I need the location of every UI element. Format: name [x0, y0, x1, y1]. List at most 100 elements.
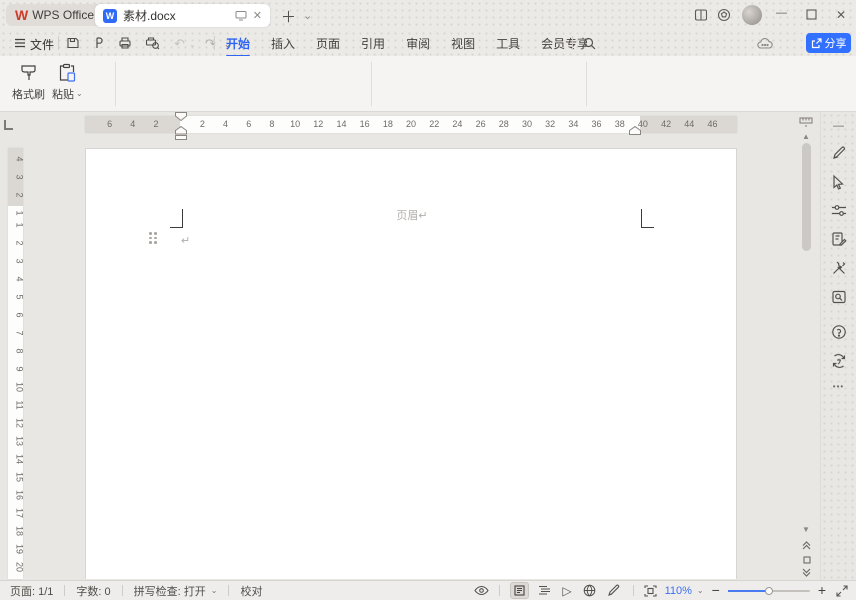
cloud-sync-icon[interactable] — [757, 37, 773, 50]
print-icon[interactable] — [118, 36, 132, 50]
zoom-chevron-icon[interactable]: ⌄ — [697, 587, 704, 595]
edit-pen-icon[interactable] — [831, 145, 847, 161]
divider — [115, 62, 116, 106]
next-page-icon[interactable] — [802, 568, 811, 577]
page-indicator[interactable]: 页面: 1/1 — [10, 583, 53, 599]
right-sidebar: — ••• — [820, 112, 856, 580]
word-count[interactable]: 字数: 0 — [76, 583, 110, 599]
title-bar: W WPS Office W 素材.docx ✕ ＋ ⌄ — ✕ — [0, 0, 856, 30]
toolbox-icon[interactable] — [831, 260, 847, 276]
left-crop-mark — [170, 209, 183, 227]
divider — [371, 62, 372, 106]
hanging-indent-marker[interactable] — [175, 126, 187, 140]
menu-tab-strip: 开始 插入 页面 引用 审阅 视图 工具 会员专享 — [224, 30, 591, 56]
share-button[interactable]: 分享 — [806, 33, 851, 53]
wps-logo-icon: W — [15, 7, 26, 23]
previous-page-icon[interactable] — [802, 541, 811, 550]
divider — [122, 585, 123, 596]
maximize-button[interactable] — [806, 9, 817, 20]
close-tab-icon[interactable]: ✕ — [253, 9, 262, 22]
tab-view[interactable]: 视图 — [449, 31, 477, 56]
paper-edit-icon[interactable] — [831, 231, 847, 247]
close-window-button[interactable]: ✕ — [836, 8, 846, 22]
vertical-ruler[interactable]: 4321 1234567891011121314151617181920 — [8, 148, 23, 579]
web-view-icon[interactable] — [583, 584, 596, 597]
divider — [499, 585, 500, 596]
resource-search-icon[interactable] — [831, 289, 847, 305]
divider — [633, 585, 634, 596]
format-painter-button[interactable]: 格式刷 — [12, 62, 45, 102]
scroll-down-icon[interactable]: ▼ — [800, 525, 812, 534]
page-view-icon[interactable] — [510, 582, 529, 599]
paste-button[interactable]: 粘贴⌄ — [52, 62, 83, 102]
tab-stop-selector-icon[interactable] — [4, 120, 13, 130]
zoom-in-button[interactable]: + — [818, 586, 826, 594]
zoom-slider[interactable] — [728, 590, 810, 592]
minimize-button[interactable]: — — [776, 7, 787, 19]
app-home-button[interactable]: W WPS Office — [6, 4, 106, 26]
tab-home[interactable]: 开始 — [224, 31, 252, 56]
save-icon[interactable] — [66, 36, 80, 50]
outline-view-icon[interactable] — [538, 585, 551, 596]
spellcheck-status[interactable]: 拼写检查: 打开 — [134, 583, 206, 599]
tab-insert[interactable]: 插入 — [269, 31, 297, 56]
left-crop-mark — [170, 227, 183, 228]
ruler-toggle-icon[interactable] — [799, 116, 813, 128]
tab-reference[interactable]: 引用 — [359, 31, 387, 56]
first-line-indent-marker[interactable] — [175, 112, 187, 121]
paragraph-drag-handle[interactable] — [149, 232, 157, 244]
help-icon[interactable] — [831, 324, 847, 340]
undo-icon[interactable]: ↶ — [174, 36, 185, 52]
app-name: WPS Office — [32, 8, 94, 22]
tab-review[interactable]: 审阅 — [404, 31, 432, 56]
select-browse-object-icon[interactable] — [803, 556, 811, 564]
sidebar-collapse-icon[interactable]: — — [833, 120, 844, 132]
adjust-sliders-icon[interactable] — [831, 203, 847, 218]
file-menu[interactable]: 文件 — [30, 36, 54, 53]
hamburger-icon[interactable] — [14, 38, 26, 48]
translate-icon[interactable] — [831, 353, 847, 369]
menu-bar: 文件 ↶ ⌄ ↷ ⌄ 开始 插入 页面 引用 审阅 视图 工具 会员专享 — [0, 30, 856, 56]
undo-chevron-icon[interactable]: ⌄ — [189, 41, 196, 49]
divider — [214, 36, 215, 50]
scroll-up-icon[interactable]: ▲ — [800, 132, 812, 141]
pilcrow-mark: ↵ — [418, 210, 427, 222]
spellcheck-chevron-icon[interactable]: ⌄ — [211, 587, 218, 595]
paste-chevron-icon[interactable]: ⌄ — [76, 90, 83, 98]
zoom-level[interactable]: 110% — [665, 585, 692, 597]
document-tab-title: 素材.docx — [123, 7, 229, 24]
document-tab[interactable]: W 素材.docx ✕ — [95, 4, 270, 27]
vruler-numbers: 1234567891011121314151617181920 — [8, 216, 23, 576]
search-icon[interactable] — [583, 37, 596, 50]
divider — [586, 62, 587, 106]
zoom-out-button[interactable]: − — [712, 586, 720, 594]
export-pdf-icon[interactable] — [92, 36, 106, 50]
tab-page[interactable]: 页面 — [314, 31, 342, 56]
theme-skin-icon[interactable] — [717, 8, 731, 22]
pilcrow-mark: ↵ — [181, 234, 190, 247]
divider — [572, 36, 573, 50]
divider — [58, 36, 59, 50]
tab-list-chevron-icon[interactable]: ⌄ — [303, 9, 312, 22]
eye-protect-icon[interactable] — [474, 585, 489, 596]
select-cursor-icon[interactable] — [831, 174, 846, 190]
proofread-button[interactable]: 校对 — [240, 583, 262, 599]
right-indent-marker[interactable] — [629, 126, 641, 135]
zoom-slider-handle[interactable] — [765, 587, 773, 595]
share-label: 分享 — [825, 35, 847, 51]
vertical-scrollbar-thumb[interactable] — [802, 143, 811, 251]
split-view-icon[interactable] — [694, 8, 708, 22]
user-avatar[interactable] — [742, 5, 762, 25]
tab-tools[interactable]: 工具 — [494, 31, 522, 56]
status-bar: 页面: 1/1 字数: 0 拼写检查: 打开 ⌄ 校对 ▷ 110% ⌄ − + — [0, 580, 856, 600]
fit-page-icon[interactable] — [644, 585, 657, 597]
document-page[interactable]: 页眉↵ ↵ — [85, 148, 737, 579]
print-preview-icon[interactable] — [145, 36, 160, 50]
ink-pen-icon[interactable] — [607, 584, 621, 597]
more-icon[interactable]: ••• — [833, 382, 844, 391]
open-in-window-icon[interactable] — [235, 10, 247, 21]
new-tab-button[interactable]: ＋ — [281, 6, 296, 27]
zoom-slider-fill — [728, 590, 768, 592]
fullscreen-icon[interactable] — [836, 585, 848, 597]
read-mode-icon[interactable]: ▷ — [562, 585, 571, 597]
